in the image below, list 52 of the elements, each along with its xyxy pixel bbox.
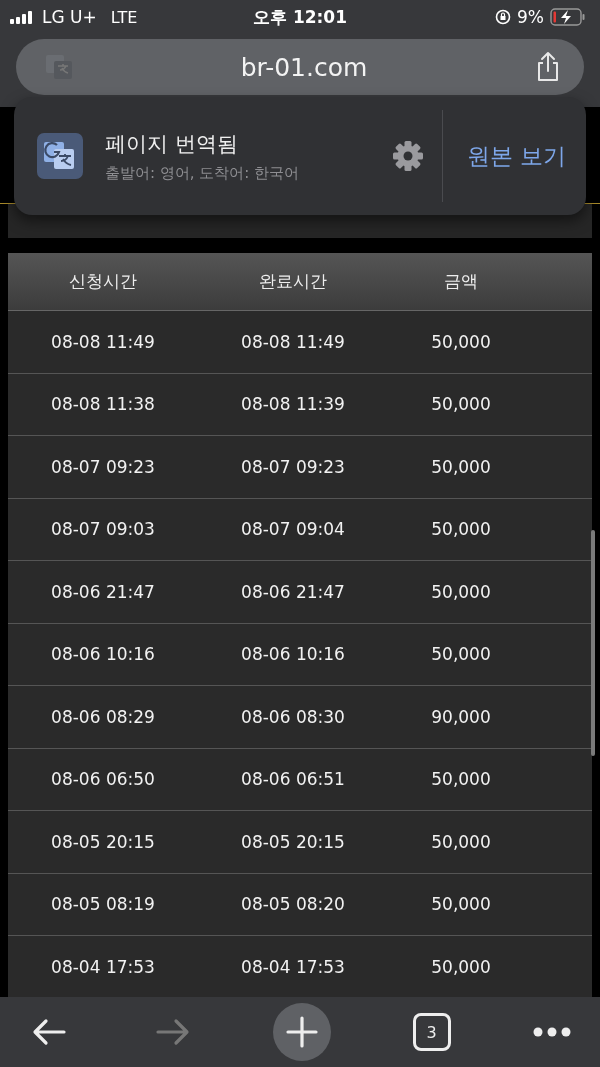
new-tab-icon[interactable] (273, 1003, 331, 1061)
amount-cell-text: 50,000 (430, 956, 492, 977)
amount-cell-text: 50,000 (430, 331, 492, 352)
amount-cell-text: 50,000 (430, 769, 492, 790)
amount-cell-text: 50,000 (430, 831, 492, 852)
tab-count-button[interactable]: 3 (412, 1013, 451, 1051)
complete-time-cell-text: 08-06 10:16 (240, 644, 346, 665)
column-header: 완료시간 (258, 270, 328, 293)
column-header: 신청시간 (68, 270, 138, 293)
complete-time-cell-text: 08-05 20:15 (240, 831, 346, 852)
translate-icon (37, 133, 83, 179)
request-time-cell-text: 08-07 09:23 (50, 456, 156, 477)
url-text: br-01.com (240, 52, 368, 82)
request-time-cell-text: 08-08 11:38 (50, 394, 156, 415)
complete-time-cell-text: 08-07 09:04 (240, 519, 346, 540)
complete-time-cell-text: 08-06 06:51 (240, 769, 346, 790)
more-icon[interactable] (532, 1026, 572, 1038)
amount-cell-text: 50,000 (430, 581, 492, 602)
column-header: 금액 (443, 270, 479, 293)
request-time-cell-text: 08-05 20:15 (50, 831, 156, 852)
battery-percent: 9% (517, 7, 544, 27)
request-time-cell-text: 08-06 21:47 (50, 581, 156, 602)
network-label: LTE (110, 7, 138, 27)
amount-cell-text: 50,000 (430, 456, 492, 477)
request-time-cell-text: 08-04 17:53 (50, 956, 156, 977)
request-time-cell-text: 08-06 10:16 (50, 644, 156, 665)
rotation-lock-icon (495, 9, 511, 25)
popup-subtitle: 출발어: 영어, 도착어: 한국어 (105, 163, 301, 183)
amount-cell-text: 50,000 (430, 394, 492, 415)
complete-time-cell-text: 08-08 11:39 (240, 394, 346, 415)
amount-cell-text: 50,000 (430, 894, 492, 915)
show-original-button[interactable]: 원본 보기 (442, 140, 586, 172)
battery-charging-icon (550, 8, 586, 26)
popup-title: 페이지 번역됨 (105, 130, 239, 158)
amount-cell-text: 50,000 (430, 519, 492, 540)
complete-time-cell-text: 08-05 08:20 (240, 894, 346, 915)
address-bar[interactable]: br-01.com (16, 39, 584, 95)
complete-time-cell-text: 08-06 21:47 (240, 581, 346, 602)
settings-icon[interactable] (391, 140, 424, 172)
carrier-label: LG U+ (42, 7, 97, 27)
request-time-cell-text: 08-06 06:50 (50, 769, 156, 790)
complete-time-cell-text: 08-07 09:23 (240, 456, 346, 477)
complete-time-cell-text: 08-06 08:30 (240, 706, 346, 727)
amount-cell-text: 50,000 (430, 644, 492, 665)
amount-cell-text: 90,000 (430, 706, 492, 727)
clock: 오후 12:01 (253, 5, 347, 29)
complete-time-cell-text: 08-08 11:49 (240, 331, 346, 352)
request-time-cell-text: 08-08 11:49 (50, 331, 156, 352)
request-time-cell-text: 08-05 08:19 (50, 894, 156, 915)
complete-time-cell-text: 08-04 17:53 (240, 956, 346, 977)
request-time-cell-text: 08-07 09:03 (50, 519, 156, 540)
request-time-cell-text: 08-06 08:29 (50, 706, 156, 727)
